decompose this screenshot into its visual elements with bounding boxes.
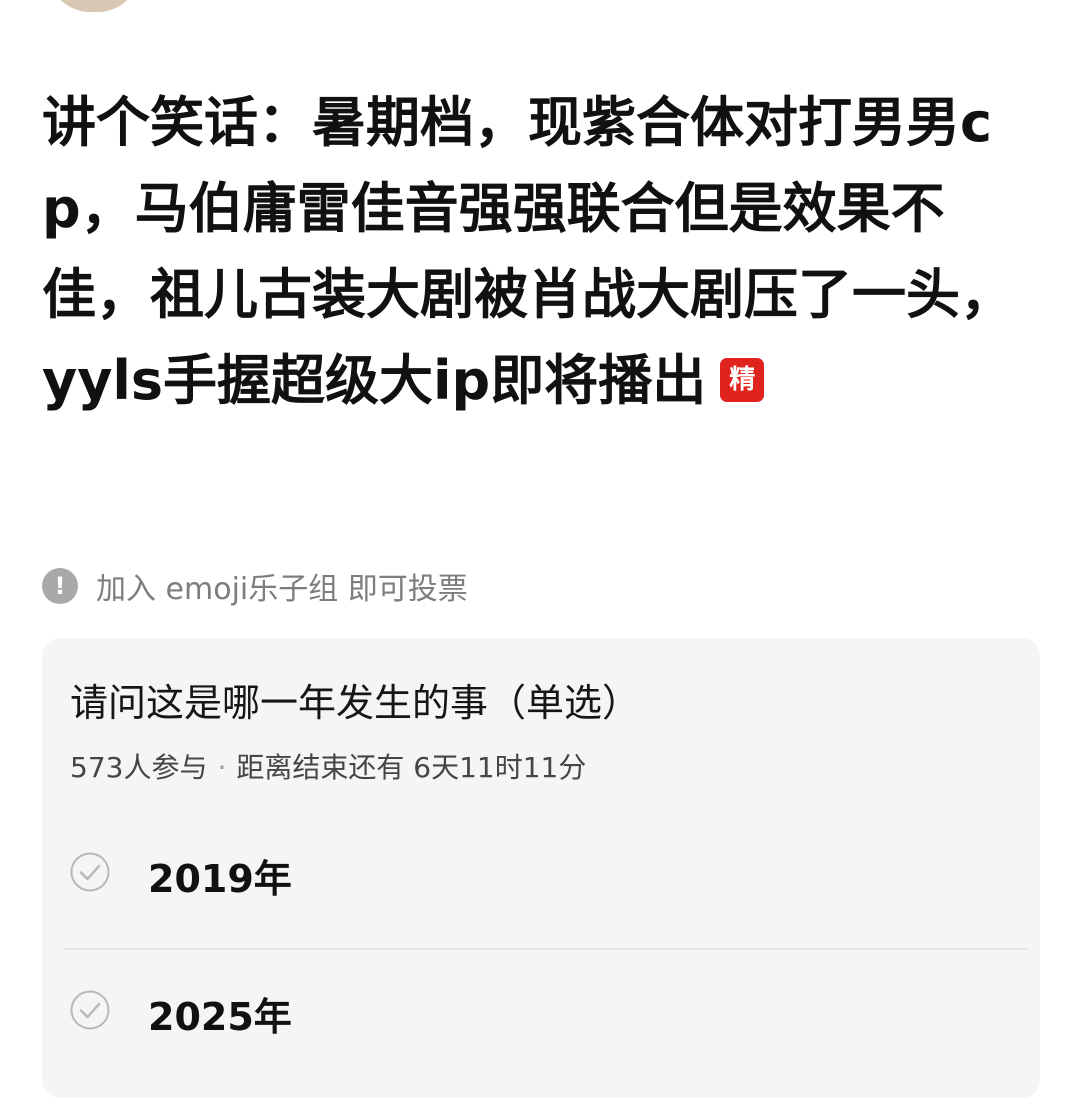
poll-meta: 573人参与 · 距离结束还有 6天11时11分 bbox=[70, 746, 586, 786]
info-icon: ! bbox=[42, 568, 78, 604]
post-title: 讲个笑话：暑期档，现紫合体对打男男cp，马伯庸雷佳音强强联合但是效果不佳，祖儿古… bbox=[42, 80, 1042, 424]
poll-question: 请问这是哪一年发生的事（单选） bbox=[70, 681, 641, 725]
poll-participants: 573人参与 bbox=[70, 751, 208, 784]
post-title-text: 讲个笑话：暑期档，现紫合体对打男男cp，马伯庸雷佳音强强联合但是效果不佳，祖儿古… bbox=[42, 91, 1014, 412]
poll-option-label: 2025年 bbox=[148, 995, 292, 1039]
poll-option[interactable]: 2019年 bbox=[42, 822, 1040, 922]
poll-option-label: 2019年 bbox=[148, 857, 292, 901]
join-notice-text: 加入 emoji乐子组 即可投票 bbox=[96, 572, 468, 607]
poll-remaining-time: 距离结束还有 6天11时11分 bbox=[236, 751, 587, 784]
essence-badge: 精 bbox=[720, 358, 765, 403]
check-circle-icon bbox=[70, 852, 110, 892]
poll-option[interactable]: 2025年 bbox=[42, 960, 1040, 1060]
check-circle-icon bbox=[70, 990, 110, 1030]
post-header bbox=[0, 0, 1080, 14]
poll-meta-separator: · bbox=[217, 751, 227, 784]
avatar[interactable] bbox=[48, 0, 140, 12]
option-divider bbox=[64, 948, 1028, 950]
poll-card: 请问这是哪一年发生的事（单选） 573人参与 · 距离结束还有 6天11时11分 2… bbox=[42, 638, 1040, 1098]
join-group-notice[interactable]: ! 加入 emoji乐子组 即可投票 bbox=[42, 566, 468, 607]
